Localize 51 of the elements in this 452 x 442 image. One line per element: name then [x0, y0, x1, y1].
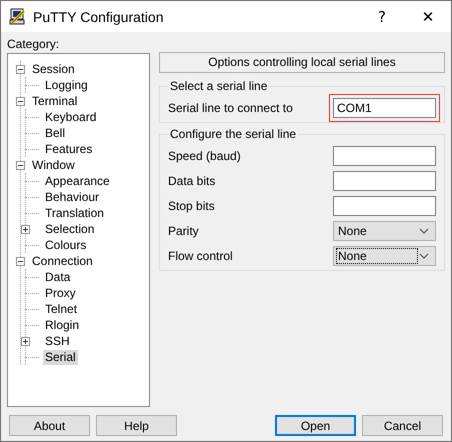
chevron-down-icon [419, 228, 429, 234]
field-label: Serial line to connect to [168, 100, 293, 114]
tree-item[interactable]: Terminal [30, 94, 80, 108]
collapse-icon[interactable] [16, 96, 25, 106]
tree-item[interactable]: Colours [43, 238, 88, 252]
field-label: Flow control [168, 248, 233, 262]
tree-item[interactable]: Keyboard [43, 110, 98, 124]
help-button[interactable]: ? [359, 1, 405, 32]
tree-item[interactable]: Behaviour [43, 190, 102, 204]
tree-item[interactable]: Window [30, 158, 77, 172]
expand-icon[interactable] [21, 336, 30, 346]
chevron-down-icon [419, 252, 429, 258]
tree-item[interactable]: Session [30, 62, 77, 76]
tree-item[interactable]: Rlogin [43, 318, 82, 332]
tree-item[interactable]: Bell [43, 126, 68, 140]
field-label: Data bits [168, 174, 216, 188]
tree-item[interactable]: SSH [43, 334, 72, 348]
field-label: Parity [168, 224, 199, 238]
dialog-button[interactable]: About [9, 415, 90, 436]
tree-item[interactable]: Features [43, 142, 94, 156]
input-field[interactable] [333, 170, 436, 190]
tree-item[interactable]: Appearance [43, 174, 112, 188]
tree-item[interactable]: Connection [30, 254, 95, 268]
field-label: Stop bits [168, 198, 215, 212]
collapse-icon[interactable] [16, 160, 25, 170]
tree-item[interactable]: Serial [43, 350, 78, 364]
dialog-button[interactable]: Help [96, 415, 177, 436]
tree-item[interactable]: Data [43, 270, 72, 284]
tree-item[interactable]: Translation [43, 206, 106, 220]
panel-header: Options controlling local serial lines [159, 52, 445, 73]
expand-icon[interactable] [21, 224, 30, 234]
dropdown[interactable]: None [333, 220, 436, 240]
dialog-button[interactable]: Cancel [362, 415, 443, 436]
field-label: Speed (baud) [168, 148, 241, 162]
input-field[interactable] [333, 146, 436, 166]
dropdown[interactable]: None [333, 246, 436, 266]
category-label: Category: [7, 37, 60, 52]
group-title: Select a serial line [168, 79, 270, 93]
input-field[interactable] [333, 196, 436, 216]
input-field[interactable]: COM1 [333, 98, 436, 118]
collapse-icon[interactable] [16, 256, 25, 266]
dialog-button[interactable]: Open [275, 415, 356, 436]
close-button[interactable]: ✕ [405, 1, 451, 32]
tree-item[interactable]: Selection [43, 222, 96, 236]
window-title: PuTTY Configuration [33, 8, 164, 24]
tree-item[interactable]: Logging [43, 78, 90, 92]
collapse-icon[interactable] [16, 64, 25, 74]
group-title: Configure the serial line [168, 127, 298, 141]
computer-icon [9, 8, 27, 26]
tree-item[interactable]: Proxy [43, 286, 78, 300]
tree-item[interactable]: Telnet [43, 302, 80, 316]
